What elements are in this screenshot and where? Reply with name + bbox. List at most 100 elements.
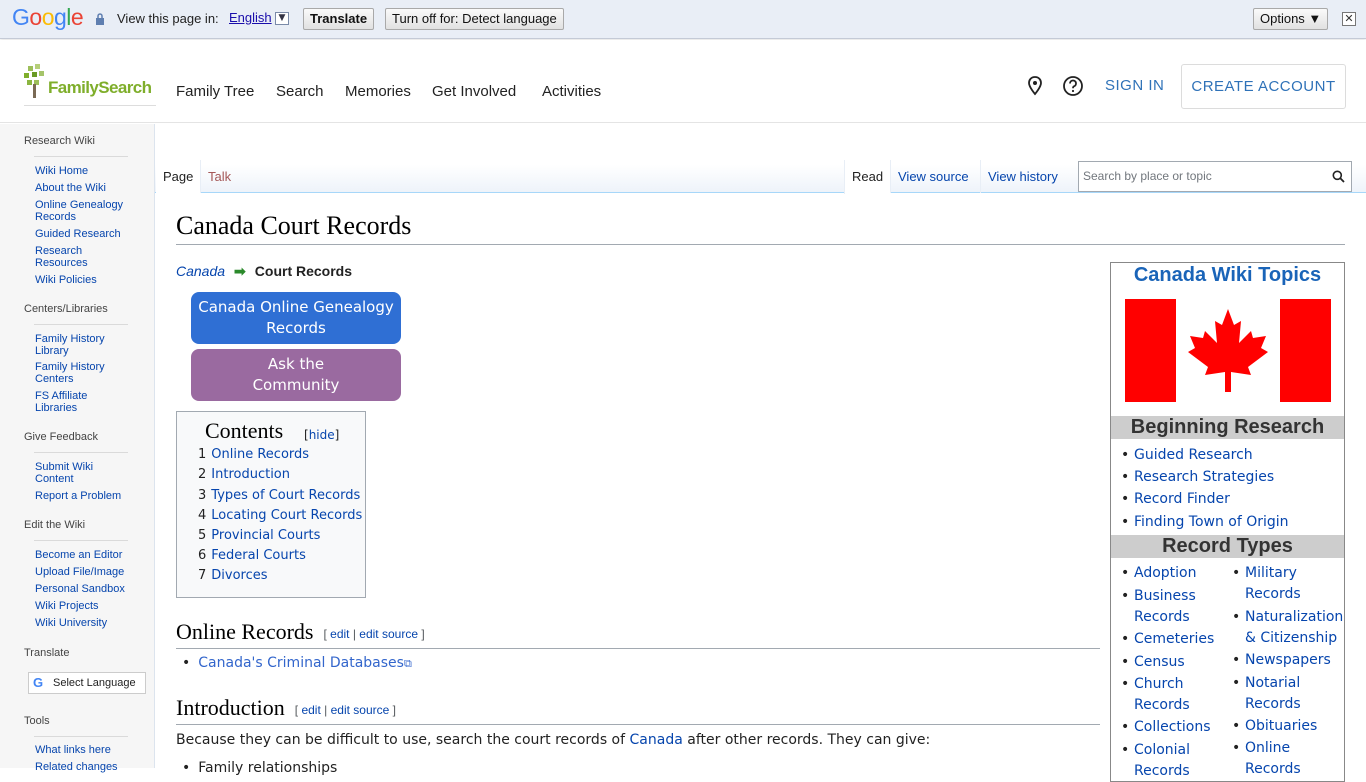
infobox-link[interactable]: Military Records bbox=[1232, 563, 1340, 605]
sidebar-heading-give-feedback: Give Feedback bbox=[24, 431, 98, 443]
maple-leaf-icon bbox=[1188, 309, 1268, 392]
sidebar-item-wiki-policies[interactable]: Wiki Policies bbox=[35, 274, 135, 286]
logo-text: FamilySearch bbox=[48, 78, 152, 97]
infobox-link[interactable]: Research Strategies bbox=[1121, 467, 1274, 488]
infobox-link[interactable]: Church Records bbox=[1121, 674, 1216, 716]
toc-item[interactable]: 3 Types of Court Records bbox=[198, 488, 360, 503]
sidebar-item-family-history-library[interactable]: Family History Library bbox=[35, 333, 117, 357]
sidebar-divider bbox=[34, 156, 128, 157]
tab-view-source[interactable]: View source bbox=[890, 160, 976, 193]
select-language-widget[interactable]: G Select Language bbox=[28, 672, 146, 694]
options-button[interactable]: Options ▼ bbox=[1253, 8, 1329, 30]
toc-hide-toggle[interactable]: [hide] bbox=[304, 428, 339, 442]
tab-read[interactable]: Read bbox=[844, 160, 891, 194]
language-link[interactable]: English bbox=[229, 10, 272, 25]
nav-family-tree[interactable]: Family Tree bbox=[176, 83, 254, 100]
toc-item[interactable]: 6 Federal Courts bbox=[198, 548, 306, 563]
arrow-right-icon: ➡ bbox=[234, 263, 246, 279]
sidebar-item-wiki-university[interactable]: Wiki University bbox=[35, 617, 135, 629]
sidebar-heading-tools: Tools bbox=[24, 715, 50, 727]
infobox-link[interactable]: Cemeteries bbox=[1121, 629, 1216, 650]
infobox-link[interactable]: Online Records bbox=[1232, 738, 1315, 780]
translate-bar: Google View this page in: English ▼ Tran… bbox=[0, 0, 1366, 39]
criminal-databases-link[interactable]: Canada's Criminal Databases bbox=[198, 655, 404, 671]
sidebar-item-personal-sandbox[interactable]: Personal Sandbox bbox=[35, 583, 135, 595]
language-dropdown-icon[interactable]: ▼ bbox=[275, 12, 289, 25]
familysearch-logo[interactable]: FamilySearch bbox=[24, 64, 156, 106]
infobox-link[interactable]: Business Records bbox=[1121, 586, 1216, 628]
nav-activities[interactable]: Activities bbox=[542, 83, 601, 100]
create-account-button[interactable]: CREATE ACCOUNT bbox=[1181, 64, 1346, 109]
sidebar: Research Wiki Wiki Home About the Wiki O… bbox=[0, 124, 155, 773]
nav-memories[interactable]: Memories bbox=[345, 83, 411, 100]
sidebar-item-wiki-home[interactable]: Wiki Home bbox=[35, 165, 135, 177]
nav-get-involved[interactable]: Get Involved bbox=[432, 83, 516, 100]
sidebar-item-what-links-here[interactable]: What links here bbox=[35, 744, 135, 756]
infobox-link[interactable]: Record Finder bbox=[1121, 489, 1230, 510]
toc-item[interactable]: 4 Locating Court Records bbox=[198, 508, 362, 523]
search-icon[interactable] bbox=[1332, 170, 1345, 183]
sidebar-item-fs-affiliate-libraries[interactable]: FS Affiliate Libraries bbox=[35, 390, 101, 414]
close-icon[interactable]: ✕ bbox=[1342, 12, 1356, 26]
toc-item[interactable]: 2 Introduction bbox=[198, 467, 290, 482]
view-page-label: View this page in: bbox=[117, 11, 219, 26]
sidebar-item-submit-wiki-content[interactable]: Submit Wiki Content bbox=[35, 461, 105, 485]
tab-talk[interactable]: Talk bbox=[200, 160, 238, 193]
location-pin-icon[interactable] bbox=[1024, 75, 1046, 97]
wiki-search-input[interactable]: Search by place or topic bbox=[1078, 161, 1352, 192]
infobox-link[interactable]: Finding Town of Origin bbox=[1121, 512, 1289, 533]
infobox-link[interactable]: Collections bbox=[1121, 717, 1216, 738]
infobox-link[interactable]: Newspapers bbox=[1232, 650, 1340, 671]
canada-link[interactable]: Canada bbox=[630, 732, 683, 748]
google-g-icon: G bbox=[33, 675, 44, 690]
sidebar-item-guided-research[interactable]: Guided Research bbox=[35, 228, 135, 240]
record-types-heading: Record Types bbox=[1111, 535, 1344, 558]
sign-in-link[interactable]: SIGN IN bbox=[1105, 77, 1164, 94]
infobox-link[interactable]: Census bbox=[1121, 652, 1216, 673]
breadcrumb-parent[interactable]: Canada bbox=[176, 263, 225, 279]
sidebar-item-report-problem[interactable]: Report a Problem bbox=[35, 490, 135, 502]
help-icon[interactable] bbox=[1062, 75, 1084, 97]
external-link-icon: ⧉ bbox=[403, 657, 412, 670]
breadcrumb-current: Court Records bbox=[254, 263, 353, 279]
sidebar-heading-centers: Centers/Libraries bbox=[24, 303, 108, 315]
sidebar-heading-translate: Translate bbox=[24, 647, 70, 659]
online-genealogy-button[interactable]: Canada Online Genealogy Records bbox=[191, 292, 401, 344]
infobox-link[interactable]: Colonial Records bbox=[1121, 740, 1216, 782]
sidebar-item-wiki-projects[interactable]: Wiki Projects bbox=[35, 600, 135, 612]
tab-page[interactable]: Page bbox=[156, 160, 201, 194]
sidebar-item-research-resources[interactable]: Research Resources bbox=[35, 245, 105, 269]
edit-link[interactable]: edit bbox=[301, 703, 320, 717]
sidebar-divider bbox=[34, 540, 128, 541]
edit-link[interactable]: edit bbox=[330, 627, 349, 641]
section-heading-online-records: Online Records[ edit | edit source ] bbox=[176, 619, 1100, 649]
sidebar-item-online-genealogy-records[interactable]: Online Genealogy Records bbox=[35, 199, 135, 223]
section-edit-links: [ edit | edit source ] bbox=[294, 702, 396, 717]
sidebar-item-become-editor[interactable]: Become an Editor bbox=[35, 549, 135, 561]
translate-button[interactable]: Translate bbox=[303, 8, 375, 30]
tab-view-history[interactable]: View history bbox=[980, 160, 1065, 193]
infobox-title[interactable]: Canada Wiki Topics bbox=[1111, 263, 1344, 287]
list-item: • Canada's Criminal Databases⧉ bbox=[182, 655, 412, 671]
edit-source-link[interactable]: edit source bbox=[331, 703, 390, 717]
sidebar-divider bbox=[34, 452, 128, 453]
sidebar-item-family-history-centers[interactable]: Family History Centers bbox=[35, 361, 117, 385]
sidebar-item-about-wiki[interactable]: About the Wiki bbox=[35, 182, 135, 194]
toc-item[interactable]: 1 Online Records bbox=[198, 447, 309, 462]
infobox-link[interactable]: Naturalization & Citizenship bbox=[1232, 607, 1343, 649]
infobox-link[interactable]: Obituaries bbox=[1232, 716, 1340, 737]
infobox-link[interactable]: Adoption bbox=[1121, 563, 1216, 584]
infobox-link[interactable]: Notarial Records bbox=[1232, 673, 1340, 715]
ask-community-button[interactable]: Ask the Community bbox=[191, 349, 401, 401]
sidebar-divider bbox=[34, 736, 128, 737]
nav-search[interactable]: Search bbox=[276, 83, 324, 100]
edit-source-link[interactable]: edit source bbox=[359, 627, 418, 641]
infobox-link[interactable]: Guided Research bbox=[1121, 445, 1253, 466]
site-header: FamilySearch Family Tree Search Memories… bbox=[0, 40, 1366, 123]
canada-wiki-topics-box: Canada Wiki Topics Beginning Research Gu… bbox=[1110, 262, 1345, 782]
toc-item[interactable]: 7 Divorces bbox=[198, 568, 268, 583]
sidebar-item-upload-file[interactable]: Upload File/Image bbox=[35, 566, 145, 578]
toc-item[interactable]: 5 Provincial Courts bbox=[198, 528, 320, 543]
turn-off-button[interactable]: Turn off for: Detect language bbox=[385, 8, 564, 30]
sidebar-item-related-changes[interactable]: Related changes bbox=[35, 761, 135, 773]
